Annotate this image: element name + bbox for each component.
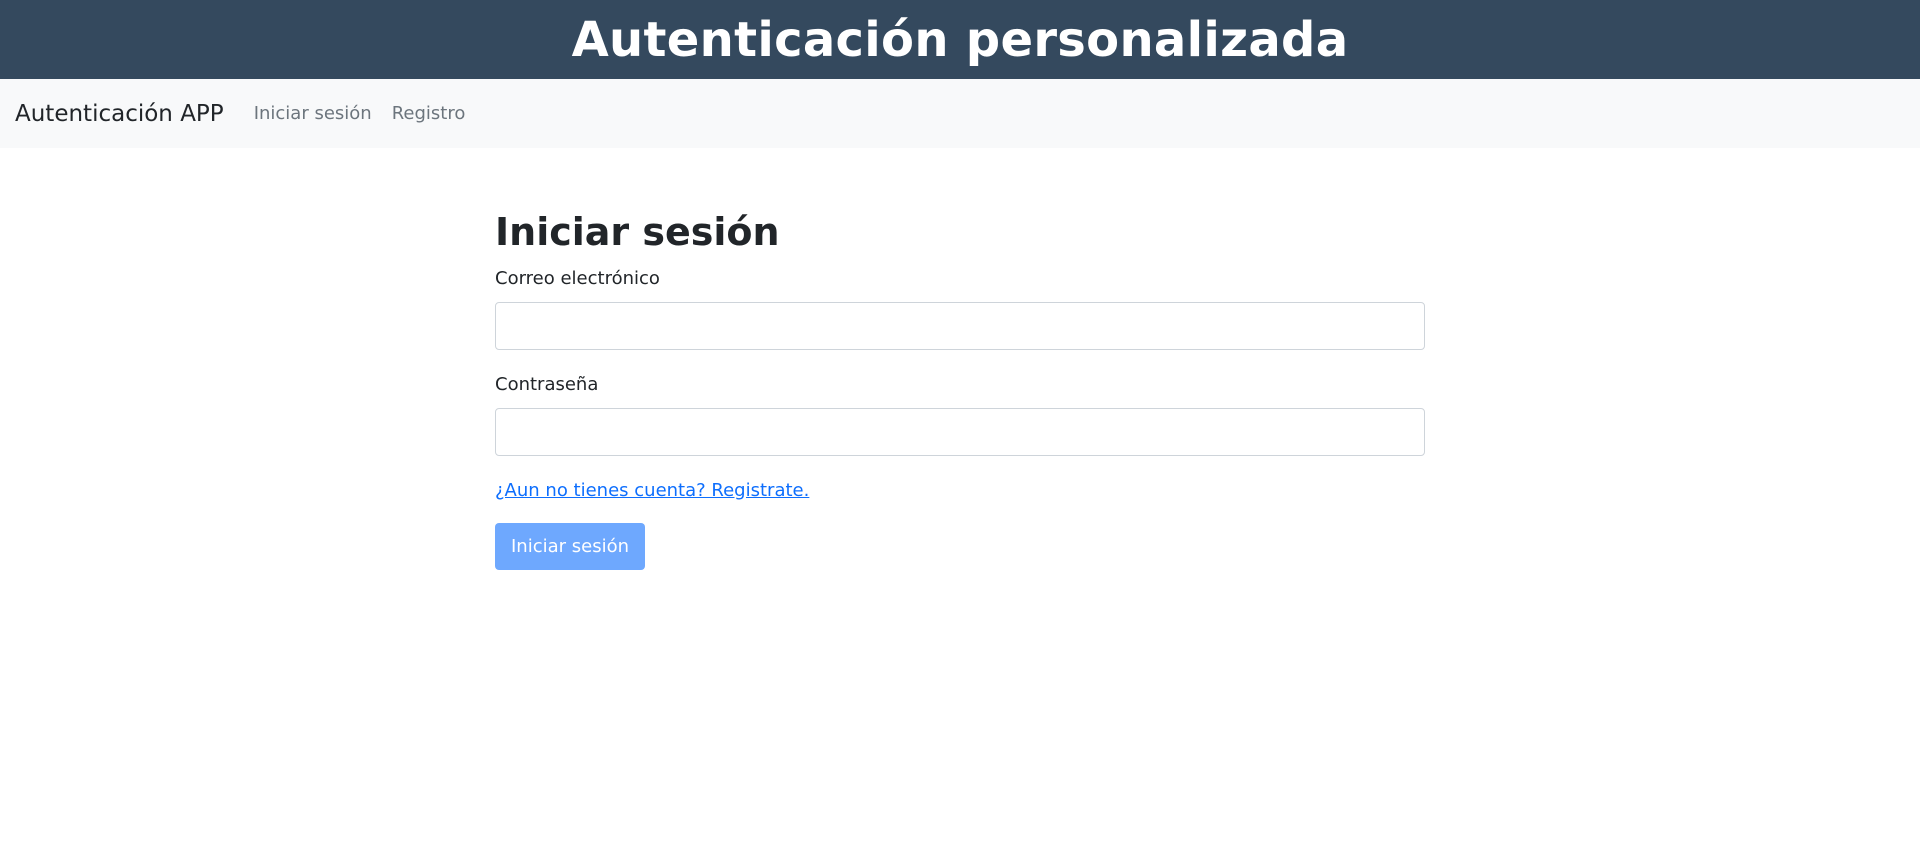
page-title: Iniciar sesión — [495, 210, 780, 254]
password-field[interactable] — [495, 407, 1425, 456]
site-title: Autenticación personalizada — [571, 11, 1349, 68]
password-label: Contraseña — [495, 373, 599, 395]
nav-link-register[interactable]: Registro — [392, 103, 466, 124]
navbar: Autenticación APP Iniciar sesión Registr… — [0, 79, 1920, 148]
navbar-brand[interactable]: Autenticación APP — [15, 101, 224, 127]
email-field[interactable] — [495, 301, 1425, 350]
register-link[interactable]: ¿Aun no tienes cuenta? Registrate. — [495, 480, 809, 501]
email-label: Correo electrónico — [495, 267, 660, 289]
login-container: Iniciar sesión Correo electrónico Contra… — [495, 210, 1425, 570]
login-form: Correo electrónico Contraseña ¿Aun no ti… — [495, 268, 1425, 570]
login-button[interactable]: Iniciar sesión — [495, 522, 646, 570]
nav-link-login[interactable]: Iniciar sesión — [254, 103, 372, 124]
top-header: Autenticación personalizada — [0, 0, 1920, 79]
